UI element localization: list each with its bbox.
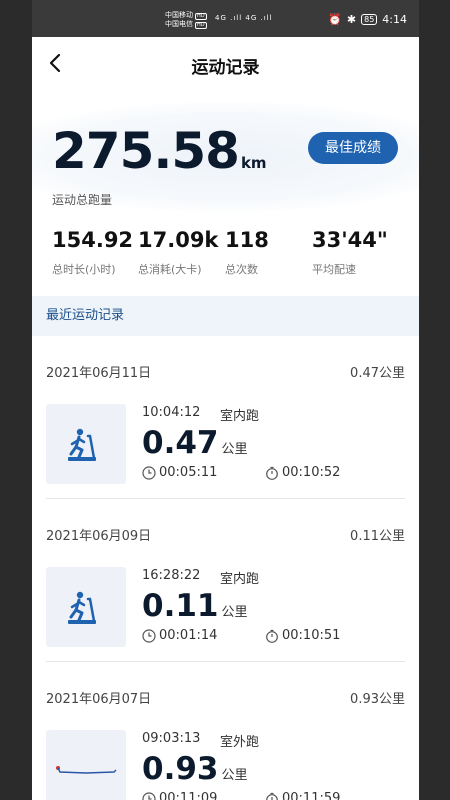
record-distance: 0.47 公里	[142, 425, 248, 461]
summary-panel: 275.58 km 运动总跑量 最佳成绩 154.92 总时长(小时) 17.09…	[32, 92, 419, 297]
record-date: 2021年06月11日	[46, 366, 152, 381]
carrier-1: 中国移动	[165, 11, 193, 19]
status-right: ⏰ ✱ 85 4:14	[328, 13, 407, 26]
clock-icon	[142, 465, 156, 480]
record-item[interactable]: 2021年06月09日 0.11公里 16:28:22 室内跑 0.11公里	[32, 499, 419, 662]
record-date: 2021年06月09日	[46, 529, 152, 544]
record-item[interactable]: 2021年06月11日 0.47公里 10:04:12 室内跑 0.47公里	[32, 336, 419, 499]
stat-value: 118	[225, 228, 269, 252]
recent-records-header: 最近运动记录	[32, 296, 419, 336]
record-distance-value: 0.93	[142, 751, 219, 787]
total-distance-unit: km	[240, 154, 267, 172]
record-thumbnail	[46, 730, 126, 800]
record-start-time: 10:04:12	[142, 405, 201, 420]
treadmill-icon	[68, 428, 96, 461]
record-duration-value: 00:05:11	[159, 465, 218, 480]
record-date: 2021年06月07日	[46, 692, 152, 707]
record-item[interactable]: 2021年06月07日 0.93公里 09:03:13 室外跑 0.93 公里 0…	[32, 662, 419, 800]
record-distance-unit: 公里	[221, 605, 248, 620]
stopwatch-icon	[266, 629, 278, 643]
stat-value: 154.92	[52, 228, 134, 252]
record-date-row: 2021年06月07日 0.93公里	[46, 688, 405, 707]
hd-badge: HD	[195, 13, 207, 20]
stat-label: 总时长(小时)	[52, 263, 116, 276]
record-day-distance: 0.47公里	[350, 366, 405, 381]
stopwatch-icon	[266, 792, 278, 800]
clock-icon	[142, 628, 156, 643]
total-distance-label: 运动总跑量	[52, 193, 113, 207]
record-duration-value: 00:11:09	[159, 791, 218, 800]
alarm-icon: ⏰	[328, 13, 342, 26]
record-pace: 00:10:52	[265, 465, 340, 480]
status-bar: 中国移动 HD 中国电信 HD 4G .ıll 4G .ıll ⏰ ✱ 85 4:1…	[32, 0, 419, 37]
record-distance-unit: 公里	[221, 768, 248, 783]
bluetooth-icon: ✱	[346, 13, 357, 26]
carrier-info: 中国移动 HD 中国电信 HD	[165, 11, 207, 29]
record-pace: 00:11:59	[265, 791, 340, 800]
record-pace: 00:10:51	[265, 628, 340, 643]
hd-badge: HD	[195, 22, 207, 29]
signal-icon: 4G .ıll 4G .ıll	[215, 14, 273, 22]
records-list: 2021年06月11日 0.47公里 10:04:12 室内跑 0.47公里	[32, 336, 419, 800]
clock-icon	[142, 791, 156, 800]
record-start-time: 09:03:13	[142, 731, 201, 746]
total-distance: 275.58 km	[52, 122, 267, 180]
total-distance-value: 275.58	[52, 122, 240, 180]
record-distance: 0.11 公里	[142, 588, 248, 624]
clock: 4:14	[382, 13, 407, 26]
record-distance-unit: 公里	[221, 442, 248, 457]
carrier-2: 中国电信	[165, 20, 193, 28]
record-pace-value: 00:10:52	[282, 465, 341, 480]
record-distance-value: 0.47	[142, 425, 219, 461]
record-day-distance: 0.11公里	[350, 529, 405, 544]
record-type: 室内跑	[220, 409, 260, 424]
stat-value: 17.09k	[138, 228, 219, 252]
record-distance-value: 0.11	[142, 588, 219, 624]
stat-average-pace: 33'44" 平均配速	[312, 228, 388, 277]
record-date-row: 2021年06月11日 0.47公里	[46, 362, 405, 381]
record-duration-value: 00:01:14	[159, 628, 218, 643]
phone-screen: 中国移动 HD 中国电信 HD 4G .ıll 4G .ıll ⏰ ✱ 85 4:1…	[32, 0, 419, 800]
battery-icon: 85	[361, 14, 378, 25]
record-distance: 0.93 公里	[142, 751, 248, 787]
stat-label: 总次数	[225, 263, 258, 276]
treadmill-icon	[68, 591, 96, 624]
record-pace-value: 00:10:51	[282, 628, 341, 643]
record-date-row: 2021年06月09日 0.11公里	[46, 525, 405, 544]
stat-total-calories: 17.09k 总消耗(大卡)	[138, 228, 218, 277]
record-duration: 00:11:09	[142, 791, 217, 800]
stat-total-hours: 154.92 总时长(小时)	[52, 228, 133, 277]
header: 运动记录	[32, 37, 419, 92]
record-thumbnail	[46, 404, 126, 484]
record-thumbnail	[46, 567, 126, 647]
page-title: 运动记录	[191, 58, 260, 78]
record-pace-value: 00:11:59	[282, 791, 341, 800]
record-day-distance: 0.93公里	[350, 692, 405, 707]
stopwatch-icon	[266, 466, 278, 480]
stat-total-count: 118 总次数	[225, 228, 269, 277]
record-start-time: 16:28:22	[142, 568, 201, 583]
record-type: 室外跑	[220, 735, 260, 750]
best-record-button[interactable]: 最佳成绩	[308, 132, 398, 164]
stat-label: 总消耗(大卡)	[138, 263, 202, 276]
stat-label: 平均配速	[312, 263, 356, 276]
record-duration: 00:05:11	[142, 465, 217, 480]
route-map-icon	[56, 766, 117, 774]
stat-value: 33'44"	[312, 228, 388, 252]
record-duration: 00:01:14	[142, 628, 217, 643]
record-type: 室内跑	[220, 572, 260, 587]
